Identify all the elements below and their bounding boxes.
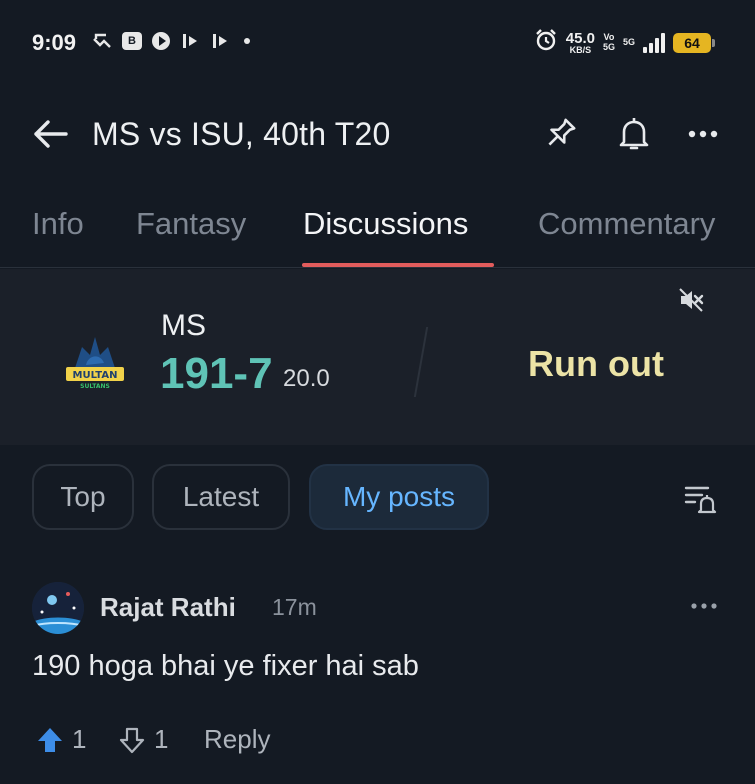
system-status: 45.0 KB/S Vo 5G 5G 64	[534, 28, 715, 57]
volte-indicator: Vo 5G	[602, 31, 615, 52]
back-arrow-icon[interactable]	[30, 114, 70, 154]
avatar[interactable]	[32, 582, 84, 634]
downvote-button[interactable]: 1	[118, 724, 168, 755]
bell-icon[interactable]	[614, 114, 654, 154]
overs: 20.0	[283, 365, 330, 392]
app-bar: MS vs ISU, 40th T20	[0, 88, 755, 180]
more-options-icon[interactable]	[684, 114, 724, 154]
active-tab-indicator	[302, 263, 494, 267]
upvote-count: 1	[72, 724, 87, 754]
tab-bar: Info Fantasy Discussions Commentary	[0, 188, 755, 268]
network-speed: 45.0 KB/S	[565, 29, 595, 55]
team-logo: MULTAN SULTANS	[60, 325, 130, 395]
last-event: Run out	[528, 343, 664, 384]
tab-discussions[interactable]: Discussions	[303, 206, 468, 242]
team-name: MS	[161, 309, 206, 342]
more-notifications-dot	[244, 38, 250, 44]
notification-icons: B	[92, 31, 250, 51]
status-bar: 9:09 B 45.0 KB/S Vo 5G 5G 64	[0, 0, 755, 88]
downvote-icon	[119, 727, 145, 753]
filter-settings-icon[interactable]	[683, 480, 719, 516]
battery-icon: 64	[673, 32, 715, 53]
network-type: 5G	[622, 36, 635, 47]
filter-my-posts[interactable]: My posts	[309, 464, 489, 530]
logo-subtext: SULTANS	[80, 383, 110, 390]
signal-icon	[643, 32, 665, 53]
reply-button[interactable]: Reply	[204, 724, 270, 755]
post-more-icon[interactable]	[689, 596, 719, 616]
upvote-button[interactable]: 1	[36, 724, 86, 755]
mute-icon[interactable]	[678, 287, 704, 313]
post-text: 190 hoga bhai ye fixer hai sab	[32, 650, 419, 682]
divider	[413, 327, 429, 397]
notification-b-icon: B	[122, 32, 142, 50]
post-author[interactable]: Rajat Rathi	[100, 592, 236, 623]
post-time: 17m	[272, 594, 317, 620]
post-card: Rajat Rathi 17m 190 hoga bhai ye fixer h…	[0, 576, 755, 784]
filter-top[interactable]: Top	[32, 464, 134, 530]
tab-fantasy[interactable]: Fantasy	[136, 206, 246, 242]
alarm-icon	[534, 28, 558, 57]
upvote-icon	[38, 727, 62, 752]
downvote-count: 1	[154, 724, 169, 754]
page-title: MS vs ISU, 40th T20	[92, 116, 391, 152]
media-icon-2	[210, 31, 230, 51]
media-icon	[180, 31, 200, 51]
pin-icon[interactable]	[540, 114, 580, 154]
tab-commentary[interactable]: Commentary	[538, 206, 715, 242]
team-score: 191-7	[160, 349, 273, 398]
scorecard[interactable]: MULTAN SULTANS MS 191-7 20.0 Run out	[0, 269, 755, 445]
filter-latest[interactable]: Latest	[152, 464, 290, 530]
missed-call-icon	[92, 31, 112, 51]
tab-info[interactable]: Info	[32, 206, 84, 242]
post-filters: Top Latest My posts	[0, 460, 755, 536]
play-icon	[152, 32, 170, 50]
logo-text: MULTAN	[73, 370, 118, 381]
status-time: 9:09	[32, 30, 77, 55]
